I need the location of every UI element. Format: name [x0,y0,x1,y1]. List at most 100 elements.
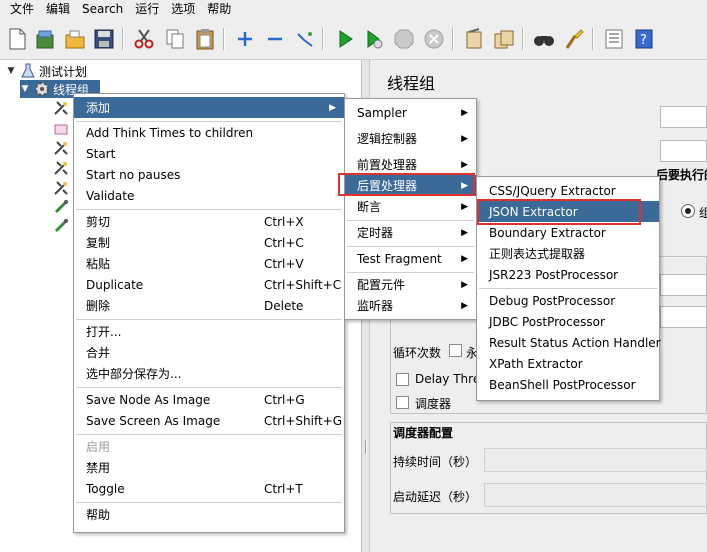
menu-item-open[interactable]: 打开... [74,321,344,342]
cut-icon[interactable] [131,26,157,52]
page-title: 线程组 [387,74,436,93]
submenu-item-pre-processor[interactable]: 前置处理器 ▶ [345,154,476,175]
menu-file[interactable]: 文件 [4,0,40,18]
context-menu: 添加 ▶ Add Think Times to children Start St… [73,93,345,533]
menu-item-save-selection-as[interactable]: 选中部分保存为... [74,363,344,384]
menu-item-validate[interactable]: Validate [74,185,344,206]
toolbar: ? [0,18,707,60]
split-pane-grip[interactable] [365,440,367,454]
stop-icon[interactable] [391,26,417,52]
sampler-icon[interactable] [53,140,69,156]
collapse-icon[interactable] [262,26,288,52]
collapse-arrow-icon[interactable]: ▼ [20,84,30,94]
post-processor-icon[interactable] [53,218,69,234]
menubar: 文件 编辑 Search 运行 选项 帮助 [0,0,707,18]
test-plan-icon [20,63,36,79]
submenu-item-xpath-extractor[interactable]: XPath Extractor [477,353,659,374]
comments-field[interactable] [660,140,707,162]
submenu-item-test-fragment[interactable]: Test Fragment ▶ [345,248,476,269]
menu-item-merge[interactable]: 合并 [74,342,344,363]
collapse-arrow-icon[interactable]: ▼ [6,66,16,76]
menu-item-save-node-as-image[interactable]: Save Node As Image Ctrl+G [74,389,344,410]
help-icon[interactable]: ? [631,26,657,52]
menu-item-add-think-times[interactable]: Add Think Times to children [74,122,344,143]
submenu-item-beanshell-postprocessor[interactable]: BeanShell PostProcessor [477,374,659,395]
svg-text:?: ? [640,33,647,48]
scheduler-config-title: 调度器配置 [393,426,454,440]
thread-group-gear-icon [34,81,50,97]
function-helper-icon[interactable] [601,26,627,52]
menu-item-copy[interactable]: 复制 Ctrl+C [74,232,344,253]
duration-label: 持续时间（秒） [393,455,478,469]
shutdown-icon[interactable] [421,26,447,52]
expand-icon[interactable] [232,26,258,52]
delay-thread-checkbox[interactable] [396,373,409,386]
save-icon[interactable] [91,26,117,52]
search-icon[interactable] [531,26,557,52]
scheduler-checkbox[interactable] [396,396,409,409]
menu-item-enable: 启用 [86,440,111,454]
submenu-item-jdbc-postprocessor[interactable]: JDBC PostProcessor [477,311,659,332]
menu-item-duplicate[interactable]: Duplicate Ctrl+Shift+C [74,274,344,295]
delay-thread-label: Delay Thre [415,372,481,386]
open-icon[interactable] [62,26,88,52]
paste-icon[interactable] [192,26,218,52]
annotation-box-post-processor [338,173,475,196]
sampler-icon[interactable] [53,160,69,176]
menu-help[interactable]: 帮助 [201,0,237,18]
menu-item-paste[interactable]: 粘贴 Ctrl+V [74,253,344,274]
clear-icon[interactable] [461,26,487,52]
submenu-item-result-status-action-handler[interactable]: Result Status Action Handler [477,332,661,353]
reset-search-icon[interactable] [561,26,587,52]
menu-item-save-screen-as-image[interactable]: Save Screen As Image Ctrl+Shift+G [74,410,344,431]
submenu-item-sampler[interactable]: Sampler ▶ [345,102,476,123]
submenu-item-regex-extractor[interactable]: 正则表达式提取器 [477,243,659,264]
toggle-icon[interactable] [292,26,318,52]
submenu-item-config-element[interactable]: 配置元件 ▶ [345,274,476,295]
menu-item-delete[interactable]: 删除 Delete [74,295,344,316]
menu-item-add[interactable]: 添加 ▶ [74,97,344,118]
new-icon[interactable] [4,26,30,52]
menu-item-help[interactable]: 帮助 [74,504,344,525]
duration-field[interactable] [484,448,707,472]
start-icon[interactable] [332,26,358,52]
submenu-item-css-jquery-extractor[interactable]: CSS/JQuery Extractor [477,180,659,201]
submenu-item-boundary-extractor[interactable]: Boundary Extractor [477,222,659,243]
startup-delay-label: 启动延迟（秒） [393,490,478,504]
menu-search[interactable]: Search [76,0,129,18]
submenu-item-assertion[interactable]: 断言 ▶ [345,196,476,217]
menu-item-cut[interactable]: 剪切 Ctrl+X [74,211,344,232]
add-submenu: Sampler ▶ 逻辑控制器 ▶ 前置处理器 ▶ 后置处理器 ▶ 断言 ▶ 定时器 ▶ T… [344,98,477,320]
menu-item-start-no-pauses[interactable]: Start no pauses [74,164,344,185]
sampler-icon[interactable] [53,100,69,116]
submenu-item-listener[interactable]: 监听器 ▶ [345,295,476,316]
name-field[interactable] [660,106,707,128]
listener-icon[interactable] [53,121,69,137]
loop-count-label: 循环次数 [393,346,442,360]
action-section-title: 后要执行的动作 [656,168,707,182]
submenu-item-debug-postprocessor[interactable]: Debug PostProcessor [477,290,659,311]
post-processor-icon[interactable] [53,199,69,215]
menu-options[interactable]: 选项 [165,0,201,18]
menu-edit[interactable]: 编辑 [40,0,76,18]
menu-item-toggle[interactable]: Toggle Ctrl+T [74,478,344,499]
tree-node-label: 测试计划 [39,64,88,79]
submenu-item-logic-controller[interactable]: 逻辑控制器 ▶ [345,128,476,149]
loop-forever-checkbox[interactable] [449,344,462,357]
startup-delay-field[interactable] [484,483,707,507]
annotation-box-json-extractor [477,199,641,225]
submenu-item-jsr223-postprocessor[interactable]: JSR223 PostProcessor [477,264,659,285]
thread-count-field[interactable] [660,274,707,296]
clear-all-icon[interactable] [491,26,517,52]
tree-node-test-plan[interactable]: ▼ 测试计划 [6,62,346,80]
menu-item-start[interactable]: Start [74,143,344,164]
action-radio[interactable] [681,204,695,218]
copy-icon[interactable] [162,26,188,52]
menu-item-disable[interactable]: 禁用 [74,457,344,478]
sampler-icon[interactable] [53,180,69,196]
start-no-pauses-icon[interactable] [361,26,387,52]
ramp-up-field[interactable] [660,306,707,328]
menu-run[interactable]: 运行 [129,0,165,18]
templates-icon[interactable] [32,26,58,52]
submenu-item-timer[interactable]: 定时器 ▶ [345,222,476,243]
